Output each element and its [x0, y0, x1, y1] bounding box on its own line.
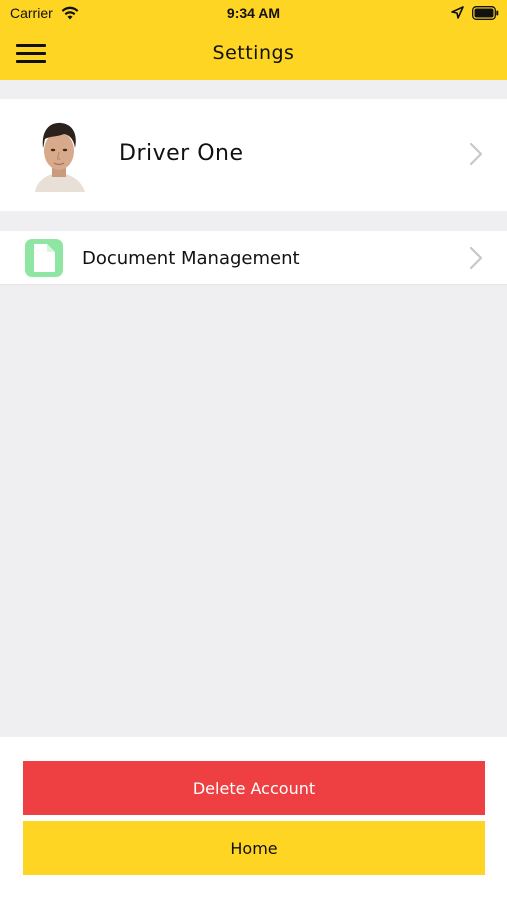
chevron-right-icon — [469, 246, 483, 270]
document-icon — [25, 239, 63, 277]
battery-icon — [472, 6, 499, 20]
clock: 9:34 AM — [226, 5, 281, 21]
home-button[interactable]: Home — [23, 821, 485, 875]
nav-bar: Settings — [0, 28, 507, 80]
avatar — [35, 122, 85, 192]
delete-account-button[interactable]: Delete Account — [23, 761, 485, 815]
document-management-label: Document Management — [82, 248, 300, 269]
page-title: Settings — [212, 42, 295, 64]
bottom-action-panel: Delete Account Home — [0, 737, 507, 900]
profile-name: Driver One — [119, 141, 244, 166]
document-management-row[interactable]: Document Management — [0, 231, 507, 285]
chevron-right-icon — [469, 142, 483, 166]
location-arrow-icon — [451, 6, 464, 19]
status-bar: Carrier 9:34 AM — [0, 0, 507, 28]
profile-row[interactable]: Driver One — [0, 99, 507, 211]
